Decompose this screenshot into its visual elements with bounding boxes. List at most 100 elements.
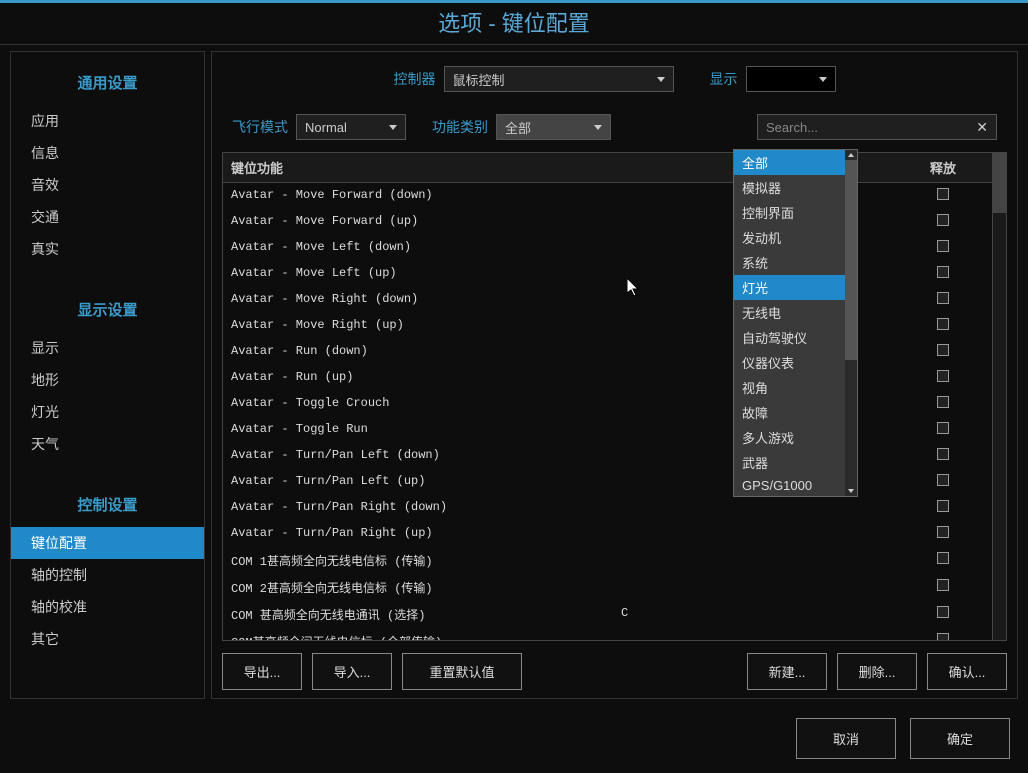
cell-release[interactable] bbox=[913, 443, 973, 469]
cell-release[interactable] bbox=[913, 183, 973, 209]
header-release[interactable]: 释放 bbox=[913, 153, 973, 182]
delete-button[interactable]: 删除... bbox=[837, 653, 917, 690]
checkbox[interactable] bbox=[937, 188, 949, 200]
checkbox[interactable] bbox=[937, 579, 949, 591]
import-button[interactable]: 导入... bbox=[312, 653, 392, 690]
new-button[interactable]: 新建... bbox=[747, 653, 827, 690]
checkbox[interactable] bbox=[937, 240, 949, 252]
cell-release[interactable] bbox=[913, 469, 973, 495]
sidebar-item[interactable]: 信息 bbox=[11, 137, 204, 169]
sidebar-item[interactable]: 其它 bbox=[11, 623, 204, 655]
sidebar-item[interactable]: 灯光 bbox=[11, 396, 204, 428]
scroll-up-icon[interactable] bbox=[848, 153, 854, 157]
scrollbar-thumb[interactable] bbox=[993, 153, 1006, 213]
dropdown-option[interactable]: 灯光 bbox=[734, 275, 857, 300]
table-row[interactable]: Avatar - Move Left (up) bbox=[223, 261, 1006, 287]
flight-mode-dropdown[interactable]: Normal bbox=[296, 114, 406, 140]
sidebar-item[interactable]: 轴的校准 bbox=[11, 591, 204, 623]
table-row[interactable]: Avatar - Turn/Pan Right (down) bbox=[223, 495, 1006, 521]
export-button[interactable]: 导出... bbox=[222, 653, 302, 690]
sidebar-item[interactable]: 轴的控制 bbox=[11, 559, 204, 591]
cell-release[interactable] bbox=[913, 287, 973, 313]
ok-button[interactable]: 确定 bbox=[910, 718, 1010, 759]
sidebar-item[interactable]: 交通 bbox=[11, 201, 204, 233]
cell-release[interactable] bbox=[913, 495, 973, 521]
sidebar-item[interactable]: 应用 bbox=[11, 105, 204, 137]
checkbox[interactable] bbox=[937, 526, 949, 538]
dropdown-option[interactable]: 模拟器 bbox=[734, 175, 857, 200]
dropdown-option[interactable]: GPS/G1000 bbox=[734, 475, 857, 496]
dropdown-option[interactable]: 仪器仪表 bbox=[734, 350, 857, 375]
checkbox[interactable] bbox=[937, 552, 949, 564]
table-row[interactable]: Avatar - Move Left (down) bbox=[223, 235, 1006, 261]
table-row[interactable]: Avatar - Turn/Pan Right (up) bbox=[223, 521, 1006, 547]
cell-release[interactable] bbox=[913, 365, 973, 391]
cell-release[interactable] bbox=[913, 601, 973, 628]
table-row[interactable]: Avatar - Toggle Run bbox=[223, 417, 1006, 443]
cell-release[interactable] bbox=[913, 628, 973, 640]
sidebar-item[interactable]: 天气 bbox=[11, 428, 204, 460]
sidebar-item[interactable]: 地形 bbox=[11, 364, 204, 396]
table-row[interactable]: Avatar - Move Right (up) bbox=[223, 313, 1006, 339]
checkbox[interactable] bbox=[937, 344, 949, 356]
category-dropdown[interactable]: 全部 bbox=[496, 114, 611, 140]
table-row[interactable]: Avatar - Move Right (down) bbox=[223, 287, 1006, 313]
checkbox[interactable] bbox=[937, 396, 949, 408]
table-row[interactable]: Avatar - Move Forward (up) bbox=[223, 209, 1006, 235]
cell-release[interactable] bbox=[913, 417, 973, 443]
header-function[interactable]: 键位功能 bbox=[223, 153, 613, 182]
cell-release[interactable] bbox=[913, 261, 973, 287]
checkbox[interactable] bbox=[937, 370, 949, 382]
dropdown-option[interactable]: 系统 bbox=[734, 250, 857, 275]
cell-release[interactable] bbox=[913, 521, 973, 547]
table-row[interactable]: COM甚高频全问无线电信标 (全部传输) bbox=[223, 628, 1006, 640]
clear-search-icon[interactable]: ✕ bbox=[976, 119, 988, 136]
dropdown-option[interactable]: 发动机 bbox=[734, 225, 857, 250]
cell-release[interactable] bbox=[913, 574, 973, 601]
dropdown-option[interactable]: 武器 bbox=[734, 450, 857, 475]
controller-dropdown[interactable]: 鼠标控制 bbox=[444, 66, 674, 92]
table-row[interactable]: COM 1甚高频全向无线电信标 (传输) bbox=[223, 547, 1006, 574]
checkbox[interactable] bbox=[937, 318, 949, 330]
table-row[interactable]: COM 甚高频全向无线电通讯 (选择)C bbox=[223, 601, 1006, 628]
cell-release[interactable] bbox=[913, 547, 973, 574]
sidebar-item[interactable]: 显示 bbox=[11, 332, 204, 364]
cell-release[interactable] bbox=[913, 235, 973, 261]
table-row[interactable]: Avatar - Move Forward (down) bbox=[223, 183, 1006, 209]
table-row[interactable]: Avatar - Turn/Pan Left (up) bbox=[223, 469, 1006, 495]
table-row[interactable]: Avatar - Run (up) bbox=[223, 365, 1006, 391]
checkbox[interactable] bbox=[937, 214, 949, 226]
dropdown-option[interactable]: 无线电 bbox=[734, 300, 857, 325]
cell-release[interactable] bbox=[913, 391, 973, 417]
dropdown-scrollbar-thumb[interactable] bbox=[845, 160, 857, 360]
dropdown-option[interactable]: 自动驾驶仪 bbox=[734, 325, 857, 350]
search-input[interactable]: Search... ✕ bbox=[757, 114, 997, 140]
cell-release[interactable] bbox=[913, 313, 973, 339]
sidebar-item[interactable]: 键位配置 bbox=[11, 527, 204, 559]
display-dropdown[interactable] bbox=[746, 66, 836, 92]
table-row[interactable]: Avatar - Toggle Crouch bbox=[223, 391, 1006, 417]
dropdown-option[interactable]: 视角 bbox=[734, 375, 857, 400]
table-scrollbar[interactable] bbox=[992, 153, 1006, 640]
dropdown-option[interactable]: 多人游戏 bbox=[734, 425, 857, 450]
checkbox[interactable] bbox=[937, 292, 949, 304]
cancel-button[interactable]: 取消 bbox=[796, 718, 896, 759]
table-row[interactable]: Avatar - Turn/Pan Left (down) bbox=[223, 443, 1006, 469]
scroll-down-icon[interactable] bbox=[848, 489, 854, 493]
cell-release[interactable] bbox=[913, 339, 973, 365]
table-row[interactable]: Avatar - Run (down) bbox=[223, 339, 1006, 365]
cell-release[interactable] bbox=[913, 209, 973, 235]
checkbox[interactable] bbox=[937, 500, 949, 512]
checkbox[interactable] bbox=[937, 266, 949, 278]
checkbox[interactable] bbox=[937, 474, 949, 486]
confirm-button[interactable]: 确认... bbox=[927, 653, 1007, 690]
dropdown-option[interactable]: 控制界面 bbox=[734, 200, 857, 225]
checkbox[interactable] bbox=[937, 448, 949, 460]
checkbox[interactable] bbox=[937, 606, 949, 618]
sidebar-item[interactable]: 真实 bbox=[11, 233, 204, 265]
dropdown-option[interactable]: 故障 bbox=[734, 400, 857, 425]
checkbox[interactable] bbox=[937, 633, 949, 640]
sidebar-item[interactable]: 音效 bbox=[11, 169, 204, 201]
checkbox[interactable] bbox=[937, 422, 949, 434]
table-row[interactable]: COM 2甚高频全向无线电信标 (传输) bbox=[223, 574, 1006, 601]
